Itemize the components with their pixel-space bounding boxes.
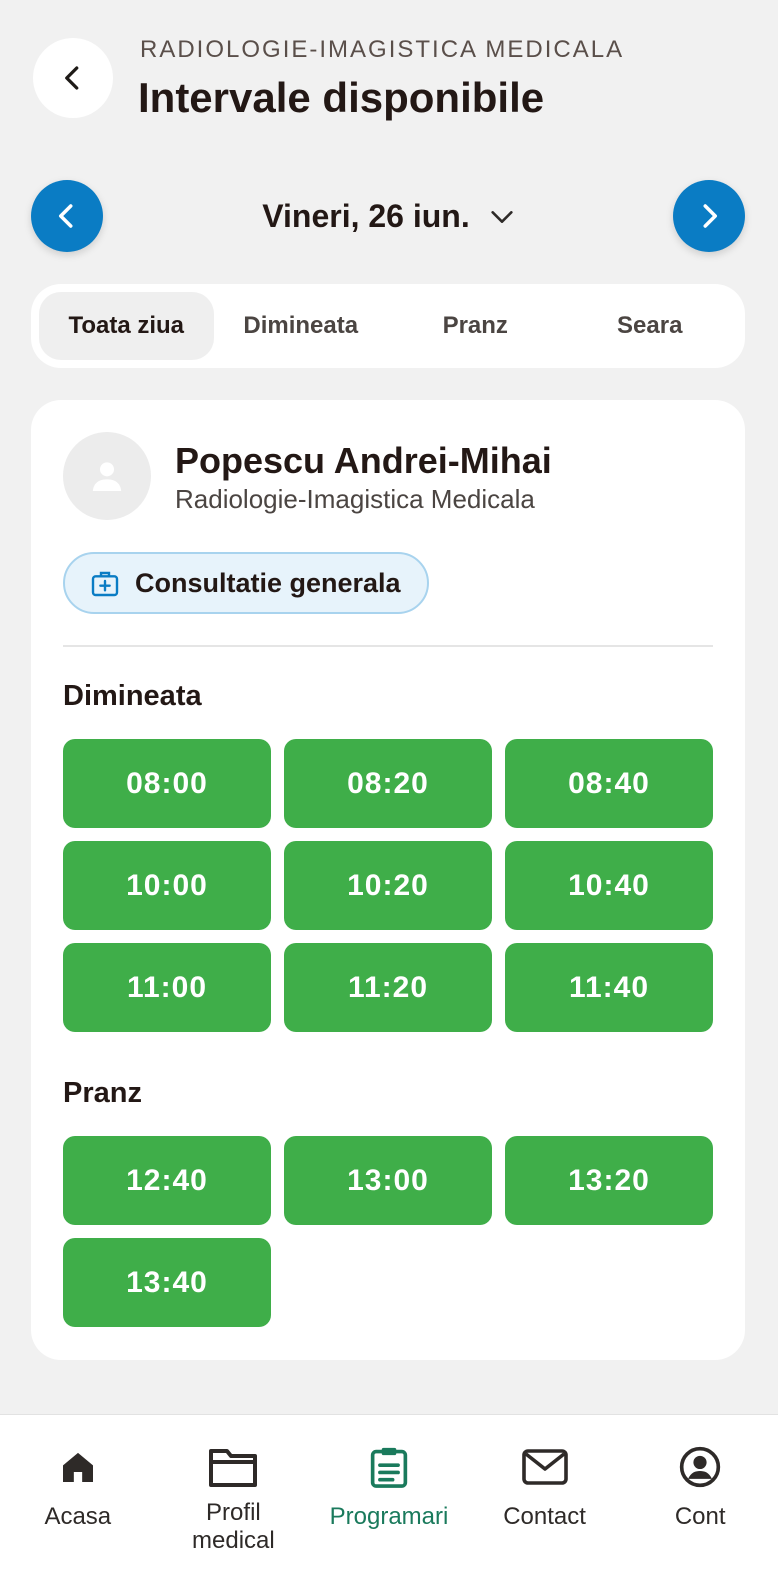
tab-contact[interactable]: Contact [467, 1415, 623, 1572]
page-header: RADIOLOGIE-IMAGISTICA MEDICALA Intervale… [0, 0, 778, 160]
section-title-pranz: Pranz [63, 1077, 142, 1109]
time-slot-button[interactable]: 08:40 [505, 739, 713, 828]
chevron-down-icon [491, 210, 513, 223]
tab-label: Profil medical [192, 1499, 275, 1554]
user-icon [92, 462, 122, 491]
divider [63, 645, 713, 647]
time-slot-button[interactable]: 10:40 [505, 841, 713, 930]
time-slot-button[interactable]: 13:40 [63, 1238, 271, 1327]
time-slot-button[interactable]: 13:00 [284, 1136, 492, 1225]
slot-grid-dimineata: 08:00 08:20 08:40 10:00 10:20 10:40 11:0… [63, 739, 713, 1032]
account-icon [673, 1443, 727, 1491]
tab-acasa[interactable]: Acasa [0, 1415, 156, 1572]
tab-label: Contact [503, 1503, 586, 1530]
service-label: Consultatie generala [135, 567, 401, 598]
medical-kit-icon [91, 571, 119, 597]
time-slot-button[interactable]: 13:20 [505, 1136, 713, 1225]
next-day-button[interactable] [673, 180, 745, 252]
section-title-dimineata: Dimineata [63, 680, 202, 712]
time-of-day-filter: Toata ziua Dimineata Pranz Seara [31, 284, 745, 368]
time-slot-button[interactable]: 11:20 [284, 943, 492, 1032]
tab-label: Acasa [44, 1503, 112, 1530]
date-picker-toggle[interactable]: Vineri, 26 iun. [0, 198, 778, 235]
tab-toata-ziua[interactable]: Toata ziua [39, 292, 214, 360]
tab-label: Programari [329, 1503, 449, 1530]
time-slot-button[interactable]: 08:00 [63, 739, 271, 828]
bottom-tab-bar: Acasa Profil medical Programari Contact … [0, 1414, 778, 1572]
doctor-specialty: Radiologie-Imagistica Medicala [175, 484, 535, 514]
department-kicker: RADIOLOGIE-IMAGISTICA MEDICALA [140, 36, 625, 63]
time-slot-button[interactable]: 08:20 [284, 739, 492, 828]
time-slot-button[interactable]: 12:40 [63, 1136, 271, 1225]
tab-seara[interactable]: Seara [563, 292, 738, 360]
mail-icon [518, 1443, 572, 1491]
selected-date: Vineri, 26 iun. [262, 198, 470, 234]
slot-grid-pranz: 12:40 13:00 13:20 13:40 [63, 1136, 713, 1327]
avatar [63, 432, 151, 520]
date-navigator: Vineri, 26 iun. [0, 180, 778, 252]
chevron-right-icon [703, 204, 717, 228]
tab-cont[interactable]: Cont [622, 1415, 778, 1572]
doctor-slots-card: Popescu Andrei-Mihai Radiologie-Imagisti… [31, 400, 745, 1360]
tab-pranz[interactable]: Pranz [388, 292, 563, 360]
clipboard-icon [362, 1443, 416, 1491]
time-slot-button[interactable]: 11:00 [63, 943, 271, 1032]
time-slot-button[interactable]: 10:20 [284, 841, 492, 930]
home-icon [51, 1443, 105, 1491]
service-badge[interactable]: Consultatie generala [63, 552, 429, 614]
tab-programari[interactable]: Programari [311, 1415, 467, 1572]
tab-profil-medical[interactable]: Profil medical [156, 1415, 312, 1572]
time-slot-button[interactable]: 11:40 [505, 943, 713, 1032]
page-title: Intervale disponibile [138, 74, 545, 121]
tab-label: Cont [674, 1503, 726, 1530]
tab-dimineata[interactable]: Dimineata [214, 292, 389, 360]
time-slot-button[interactable]: 10:00 [63, 841, 271, 930]
folder-icon [206, 1443, 260, 1491]
doctor-name: Popescu Andrei-Mihai [175, 440, 552, 481]
chevron-left-icon [65, 66, 79, 90]
back-button[interactable] [33, 38, 113, 118]
